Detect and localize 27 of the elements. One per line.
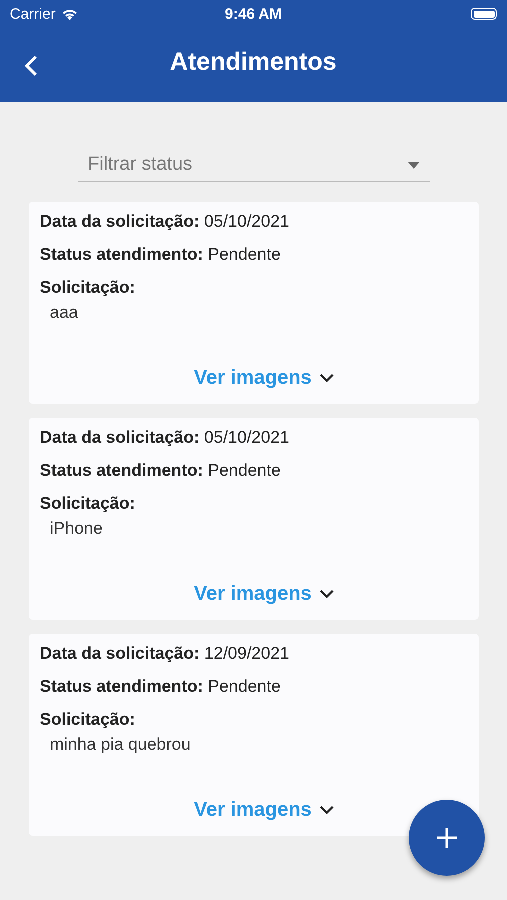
chevron-down-icon[interactable] (320, 374, 334, 383)
view-images-link[interactable]: Ver imagens (194, 799, 312, 822)
status-filter-dropdown[interactable]: Filtrar status (78, 154, 430, 182)
request-status: Status atendimento: Pendente (40, 461, 282, 481)
request-label: Solicitação: (40, 494, 136, 514)
dropdown-caret-icon (408, 162, 420, 168)
request-date: Data da solicitação: 05/10/2021 (40, 428, 290, 448)
clock-time: 9:46 AM (225, 6, 282, 22)
add-button[interactable] (409, 800, 485, 876)
request-label: Solicitação: (40, 710, 136, 730)
battery-icon (471, 8, 497, 20)
request-text: iPhone (49, 519, 104, 539)
wifi-icon (60, 8, 79, 20)
view-images-link[interactable]: Ver imagens (194, 583, 312, 606)
request-date: Data da solicitação: 12/09/2021 (40, 644, 290, 664)
carrier-name: Carrier (10, 6, 56, 22)
request-date: Data da solicitação: 05/10/2021 (40, 212, 290, 232)
request-label: Solicitação: (40, 278, 136, 298)
request-status: Status atendimento: Pendente (40, 245, 282, 265)
request-status: Status atendimento: Pendente (40, 677, 282, 697)
request-text: aaa (49, 303, 80, 323)
screen-title: Atendimentos (169, 48, 338, 76)
chevron-down-icon[interactable] (320, 590, 334, 599)
view-images-link[interactable]: Ver imagens (194, 367, 312, 390)
request-text: minha pia quebrou (49, 735, 192, 755)
chevron-down-icon[interactable] (320, 806, 334, 815)
plus-icon (437, 828, 457, 848)
